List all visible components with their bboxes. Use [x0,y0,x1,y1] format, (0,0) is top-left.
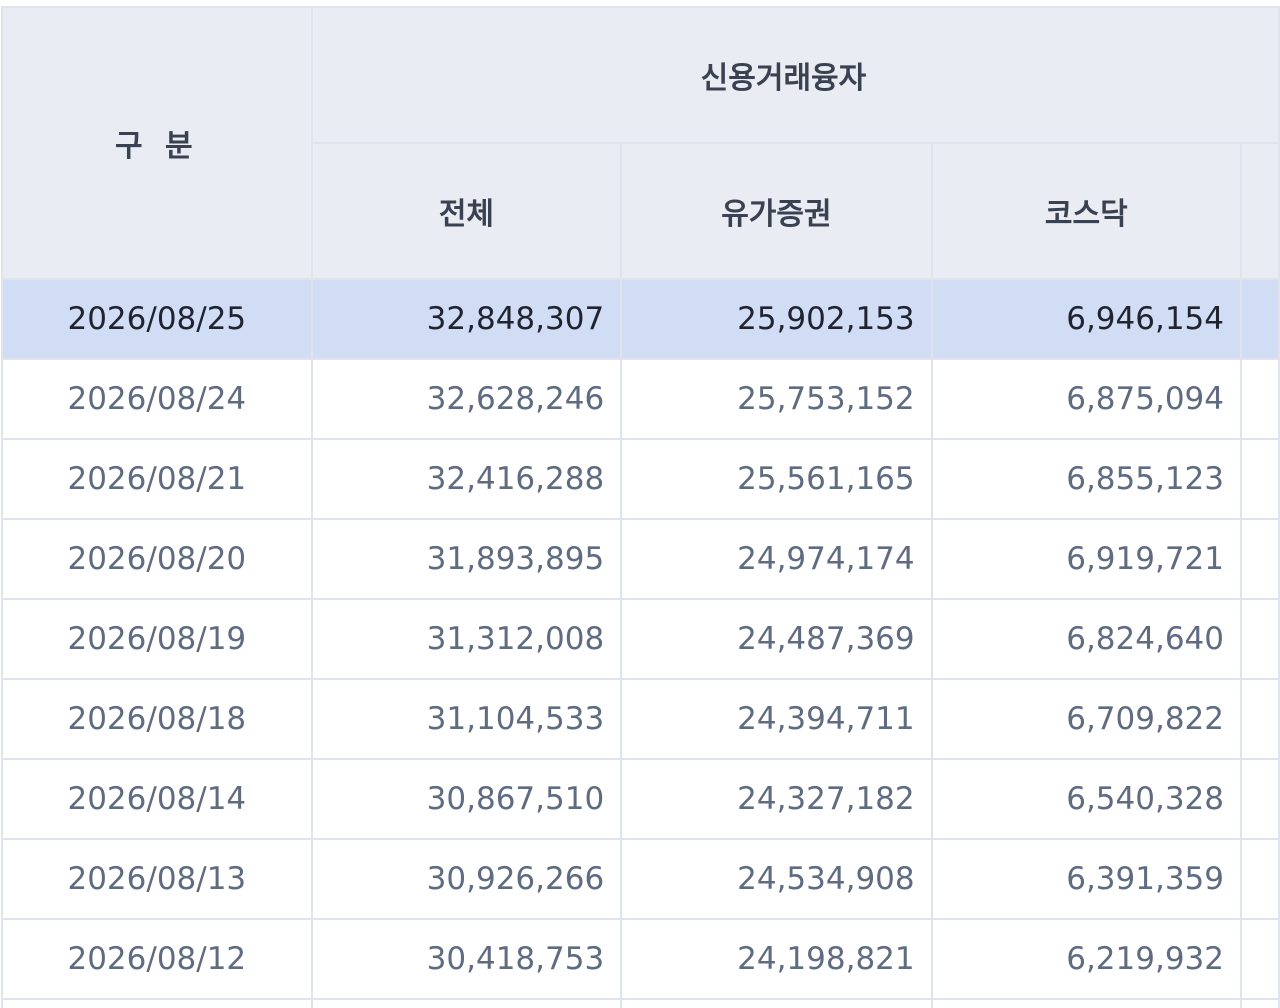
kosdaq-cell [930,998,1243,1008]
kosdaq-cell: 6,391,359 [930,838,1243,920]
date-cell: 2026/08/21 [1,438,313,520]
date-cell [1,998,313,1008]
total-cell: 30,926,266 [310,838,623,920]
total-cell: 31,104,533 [310,678,623,760]
kosdaq-cell: 6,875,094 [930,358,1243,440]
kosdaq-cell: 6,919,721 [930,518,1243,600]
kospi-cell: 25,902,153 [620,278,933,360]
kosdaq-header: 코스닥 [930,142,1243,280]
kospi-cell: 24,534,908 [620,838,933,920]
kospi-cell: 25,561,165 [620,438,933,520]
total-cell: 32,628,246 [310,358,623,440]
table-row[interactable]: 2026/08/14 30,867,510 24,327,182 6,540,3… [1,758,1280,840]
total-cell: 31,312,008 [310,598,623,680]
total-cell: 30,418,753 [310,918,623,1000]
total-cell: 32,416,288 [310,438,623,520]
kospi-header: 유가증권 [620,142,933,280]
date-cell: 2026/08/25 [1,278,313,360]
table-header: 구 분 신용거래융자 전체 유가증권 코스닥 [1,6,1280,280]
clipped-cell [1240,678,1280,760]
clipped-cell [1240,358,1280,440]
kosdaq-cell: 6,946,154 [930,278,1243,360]
header-row-group: 구 분 신용거래융자 [1,6,1280,280]
kospi-cell: 25,753,152 [620,358,933,440]
total-header: 전체 [310,142,623,280]
kospi-cell: 24,198,821 [620,918,933,1000]
date-cell: 2026/08/24 [1,358,313,440]
clipped-cell [1240,838,1280,920]
total-cell: 32,848,307 [310,278,623,360]
table-row[interactable]: 2026/08/20 31,893,895 24,974,174 6,919,7… [1,518,1280,600]
clipped-cell [1240,758,1280,840]
table-row[interactable]: 2026/08/19 31,312,008 24,487,369 6,824,6… [1,598,1280,680]
date-cell: 2026/08/19 [1,598,313,680]
clipped-cell [1240,518,1280,600]
date-cell: 2026/08/12 [1,918,313,1000]
total-cell: 31,893,895 [310,518,623,600]
kosdaq-cell: 6,824,640 [930,598,1243,680]
total-cell [310,998,623,1008]
table-row[interactable]: 2026/08/25 32,848,307 25,902,153 6,946,1… [1,278,1280,360]
credit-loan-table-container: 구 분 신용거래융자 전체 유가증권 코스닥 2026/08/25 32,848… [0,0,1280,1008]
kospi-cell: 24,974,174 [620,518,933,600]
credit-loan-table: 구 분 신용거래융자 전체 유가증권 코스닥 2026/08/25 32,848… [1,6,1280,1008]
kospi-cell: 24,327,182 [620,758,933,840]
total-cell: 30,867,510 [310,758,623,840]
kospi-cell: 24,394,711 [620,678,933,760]
date-cell: 2026/08/20 [1,518,313,600]
table-row-partial [1,998,1280,1008]
division-header: 구 분 [1,6,313,280]
kosdaq-cell: 6,855,123 [930,438,1243,520]
table-row[interactable]: 2026/08/21 32,416,288 25,561,165 6,855,1… [1,438,1280,520]
kosdaq-cell: 6,219,932 [930,918,1243,1000]
clipped-cell [1240,438,1280,520]
table-row[interactable]: 2026/08/24 32,628,246 25,753,152 6,875,0… [1,358,1280,440]
kosdaq-cell: 6,540,328 [930,758,1243,840]
table-row[interactable]: 2026/08/13 30,926,266 24,534,908 6,391,3… [1,838,1280,920]
clipped-header [1240,142,1280,280]
clipped-cell [1240,598,1280,680]
date-cell: 2026/08/14 [1,758,313,840]
kospi-cell: 24,487,369 [620,598,933,680]
kospi-cell [620,998,933,1008]
table-row[interactable]: 2026/08/18 31,104,533 24,394,711 6,709,8… [1,678,1280,760]
date-cell: 2026/08/13 [1,838,313,920]
kosdaq-cell: 6,709,822 [930,678,1243,760]
clipped-cell [1240,918,1280,1000]
table-body: 2026/08/25 32,848,307 25,902,153 6,946,1… [1,278,1280,1008]
credit-loan-group-header: 신용거래융자 [310,6,1280,144]
table-row[interactable]: 2026/08/12 30,418,753 24,198,821 6,219,9… [1,918,1280,1000]
clipped-cell [1240,278,1280,360]
date-cell: 2026/08/18 [1,678,313,760]
clipped-cell [1240,998,1280,1008]
